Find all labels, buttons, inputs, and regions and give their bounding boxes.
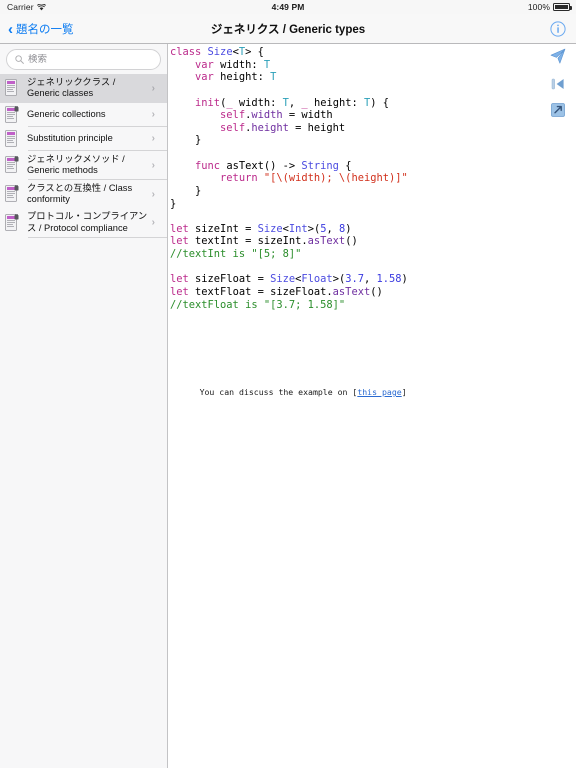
expand-icon[interactable] bbox=[548, 100, 568, 120]
status-bar-time: 4:49 PM bbox=[271, 2, 305, 12]
sidebar-item-label: クラスとの互換性 / Class conformity bbox=[27, 182, 133, 205]
battery-full-icon bbox=[553, 3, 572, 11]
discuss-suffix: ] bbox=[401, 387, 407, 397]
search-icon bbox=[15, 51, 24, 69]
document-lock-icon bbox=[5, 213, 21, 232]
document-icon bbox=[5, 79, 21, 97]
document-lock-icon bbox=[5, 184, 21, 203]
topic-list: ジェネリッククラス / Generic classes › Generic co… bbox=[0, 74, 167, 238]
battery-percent-label: 100% bbox=[527, 2, 550, 12]
page-title: ジェネリクス / Generic types bbox=[210, 24, 366, 36]
sidebar-item-label: ジェネリックメソッド / Generic methods bbox=[27, 153, 125, 176]
sidebar-item-generic-collections[interactable]: Generic collections › bbox=[0, 102, 167, 127]
status-bar: Carrier 4:49 PM 100% bbox=[0, 0, 576, 14]
chevron-right-icon: › bbox=[151, 109, 155, 121]
chevron-right-icon: › bbox=[151, 159, 155, 171]
sidebar-item-label: プロトコル・コンプライアンス / Protocol compliance bbox=[27, 211, 148, 233]
sidebar-item-protocol-compliance[interactable]: プロトコル・コンプライアンス / Protocol compliance › bbox=[0, 208, 167, 238]
search-input[interactable] bbox=[28, 54, 152, 65]
document-lock-icon bbox=[5, 155, 21, 174]
sidebar: ジェネリッククラス / Generic classes › bbox=[0, 44, 168, 768]
content-pane: class Size<T> { var width: T var height:… bbox=[168, 44, 576, 768]
discuss-line: You can discuss the example on [this pag… bbox=[170, 377, 407, 407]
navigation-bar: ‹ 題名の一覧 ジェネリクス / Generic types bbox=[0, 14, 576, 44]
chevron-right-icon: › bbox=[151, 217, 155, 229]
sidebar-item-label: ジェネリッククラス / Generic classes bbox=[27, 77, 116, 99]
skip-back-icon[interactable] bbox=[548, 74, 568, 94]
document-lock-icon bbox=[5, 105, 21, 124]
sidebar-item-generic-methods[interactable]: ジェネリックメソッド / Generic methods › bbox=[0, 150, 167, 180]
sidebar-item-label: Generic collections bbox=[27, 109, 106, 120]
chevron-right-icon: › bbox=[151, 133, 155, 145]
sidebar-item-label: Substitution principle bbox=[27, 133, 113, 144]
sidebar-item-class-conformity[interactable]: クラスとの互換性 / Class conformity › bbox=[0, 179, 167, 209]
search-box[interactable] bbox=[6, 49, 161, 70]
right-toolbar bbox=[540, 44, 576, 768]
document-icon bbox=[5, 129, 21, 148]
search-container bbox=[0, 44, 167, 74]
info-circle-icon[interactable] bbox=[550, 21, 566, 37]
sidebar-item-substitution-principle[interactable]: Substitution principle › bbox=[0, 126, 167, 151]
send-icon[interactable] bbox=[548, 46, 568, 66]
discuss-prefix: You can discuss the example on [ bbox=[199, 387, 358, 397]
discuss-link[interactable]: this page bbox=[357, 387, 401, 397]
code-block[interactable]: class Size<T> { var width: T var height:… bbox=[170, 46, 408, 311]
status-bar-right: 100% bbox=[527, 2, 572, 12]
sidebar-item-generic-classes[interactable]: ジェネリッククラス / Generic classes › bbox=[0, 74, 167, 103]
app-root: Carrier 4:49 PM 100% ‹ 題名の一覧 ジェネリクス / Ge… bbox=[0, 0, 576, 768]
chevron-right-icon: › bbox=[151, 82, 155, 94]
chevron-right-icon: › bbox=[151, 188, 155, 200]
